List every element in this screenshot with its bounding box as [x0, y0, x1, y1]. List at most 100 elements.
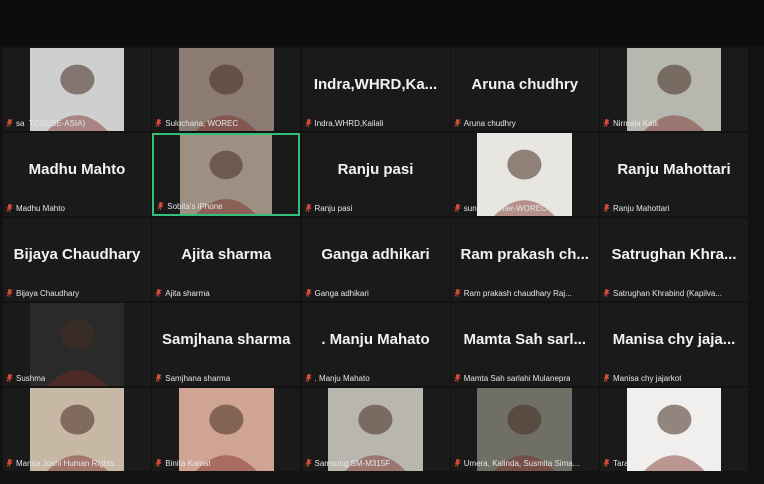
participant-tile[interactable]: Indra,WHRD,Ka... Indra,WHRD,Kailali	[301, 48, 450, 131]
participant-tile[interactable]: Tara	[600, 388, 748, 471]
participant-name: Aruna chudhry	[471, 76, 579, 93]
mic-muted-icon	[305, 459, 312, 467]
participant-label: Manisa chy jajarkot	[603, 374, 681, 383]
participant-tile[interactable]: Sulochana, WOREC	[152, 48, 301, 131]
participant-label: Ganga adhikari	[305, 289, 369, 298]
mic-muted-icon	[603, 374, 610, 382]
participant-label-text: Nirmala Kaili	[613, 119, 658, 128]
participant-name: Samjhana sharma	[162, 331, 291, 348]
mic-muted-icon	[305, 289, 312, 297]
mic-muted-icon	[305, 374, 312, 382]
mic-muted-icon	[454, 204, 461, 212]
mic-muted-icon	[305, 204, 312, 212]
participant-tile[interactable]: Mamta Joshi Human Rights ...	[3, 388, 151, 471]
participant-tile[interactable]: Sushma	[3, 303, 151, 386]
participant-label-text: Madhu Mahto	[16, 204, 65, 213]
mic-muted-icon	[155, 374, 162, 382]
participant-label: Samsung SM-M315F	[305, 459, 391, 468]
participant-name: Ganga adhikari	[321, 246, 430, 263]
participant-label: Sobita's iPhone	[157, 202, 223, 211]
participant-tile[interactable]: Mamta Sah sarl... Mamta Sah sarlahi Mulan…	[450, 303, 599, 386]
participant-label-text: Sushma	[16, 374, 46, 383]
participant-video	[626, 388, 722, 471]
participant-name: Manisa chy jaja...	[612, 331, 736, 348]
participant-tile[interactable]: Ranju pasi Ranju pasi	[301, 133, 450, 216]
participant-tile[interactable]: Umera, Kalinda, Susmita Sima...	[450, 388, 599, 471]
participant-label: Ranju pasi	[305, 204, 353, 213]
participant-label: Sulochana, WOREC	[155, 119, 238, 128]
participant-tile[interactable]: Ajita sharma Ajita sharma	[152, 218, 301, 301]
video-person-silhouette	[627, 388, 722, 471]
participant-tile[interactable]: Ganga adhikari Ganga adhikari	[301, 218, 450, 301]
participant-label: Samjhana sharma	[155, 374, 230, 383]
mic-muted-icon	[305, 119, 312, 127]
mic-muted-icon	[454, 289, 461, 297]
meeting-top-bar	[0, 0, 764, 46]
participant-label-text: Indra,WHRD,Kailali	[314, 119, 384, 128]
participant-tile[interactable]: Ram prakash ch... Ram prakash chaudhary R…	[450, 218, 599, 301]
participant-label: Binita Kamat	[155, 459, 211, 468]
participant-name: Ajita sharma	[181, 246, 272, 263]
participant-tile[interactable]: Bijaya Chaudhary Bijaya Chaudhary	[3, 218, 151, 301]
mic-muted-icon	[155, 289, 162, 297]
participant-label: Sushma	[6, 374, 45, 383]
participant-tile[interactable]: Manisa chy jaja... Manisa chy jajarkot	[600, 303, 748, 386]
participant-tile[interactable]: Samsung SM-M315F	[301, 388, 450, 471]
participant-label: Aruna chudhry	[454, 119, 516, 128]
participant-name: Bijaya Chaudhary	[13, 246, 141, 263]
participant-tile[interactable]: Aruna chudhry Aruna chudhry	[450, 48, 599, 131]
participant-label: Tara	[603, 459, 629, 468]
participant-tile[interactable]: Madhu Mahto Madhu Mahto	[3, 133, 151, 216]
participant-label-text: Ajita sharma	[165, 289, 210, 298]
participant-label: Nirmala Kaili	[603, 119, 658, 128]
participant-label-text: . Manju Mahato	[314, 374, 370, 383]
participant-label-text: Bijaya Chaudhary	[16, 289, 80, 298]
participant-label: . Manju Mahato	[305, 374, 370, 383]
mic-muted-icon	[454, 459, 461, 467]
participant-label-text: Tara	[613, 459, 629, 468]
participant-label: Ram prakash chaudhary Raj...	[454, 289, 572, 298]
mic-muted-icon	[603, 119, 610, 127]
participant-label: sunita, shelter-WOREC	[454, 204, 547, 213]
participant-tile[interactable]: sunita, shelter-WOREC	[450, 133, 599, 216]
mic-muted-icon	[155, 119, 162, 127]
participant-tile[interactable]: Samjhana sharma Samjhana sharma	[152, 303, 301, 386]
participant-label-text: sunita, shelter-WOREC	[463, 204, 547, 213]
participant-label: Ajita sharma	[155, 289, 210, 298]
participant-label-text: Ram prakash chaudhary Raj...	[463, 289, 572, 298]
participant-label-text: Sulochana, WOREC	[165, 119, 239, 128]
mic-muted-icon	[6, 204, 13, 212]
participant-tile[interactable]: Satrughan Khra... Satrughan Khrabind (Kap…	[600, 218, 748, 301]
participant-name: . Manju Mahato	[321, 331, 430, 348]
participant-label-text: Binita Kamat	[165, 459, 211, 468]
participant-tile[interactable]: Binita Kamat	[152, 388, 301, 471]
participant-gallery-grid: sa TOSUSE-ASIA) Sulochana, WOREC Indra,WHR…	[3, 48, 752, 476]
participant-label-text: Mamta Sah sarlahi Mulanepra	[463, 374, 571, 383]
participant-label-text: Satrughan Khrabind (Kapilva...	[613, 289, 722, 298]
participant-tile[interactable]: Sobita's iPhone	[152, 133, 301, 216]
participant-name: Mamta Sah sarl...	[463, 331, 587, 348]
participant-label: sa TOSUSE-ASIA)	[6, 119, 85, 128]
participant-tile[interactable]: . Manju Mahato . Manju Mahato	[301, 303, 450, 386]
participant-label-text: Aruna chudhry	[463, 119, 516, 128]
participant-label-text: Samsung SM-M315F	[314, 459, 391, 468]
mic-muted-icon	[157, 202, 164, 210]
mic-muted-icon	[6, 289, 13, 297]
participant-label: Madhu Mahto	[6, 204, 65, 213]
participant-tile[interactable]: Nirmala Kaili	[600, 48, 748, 131]
participant-label: Mamta Sah sarlahi Mulanepra	[454, 374, 571, 383]
zoom-gallery-window: sa TOSUSE-ASIA) Sulochana, WOREC Indra,WHR…	[0, 0, 764, 484]
participant-name: Ranju pasi	[337, 161, 414, 178]
participant-label: Ranju Mahottari	[603, 204, 669, 213]
participant-tile[interactable]: sa TOSUSE-ASIA)	[3, 48, 151, 131]
mic-muted-icon	[603, 204, 610, 212]
participant-name: Ranju Mahottari	[617, 161, 731, 178]
participant-label: Indra,WHRD,Kailali	[305, 119, 384, 128]
participant-label-text: Samjhana sharma	[165, 374, 231, 383]
mic-muted-icon	[454, 374, 461, 382]
mic-muted-icon	[603, 459, 610, 467]
participant-label-text: Ranju pasi	[314, 204, 353, 213]
participant-label-text: Mamta Joshi Human Rights ...	[16, 459, 124, 468]
participant-name: Indra,WHRD,Ka...	[313, 76, 438, 93]
participant-tile[interactable]: Ranju Mahottari Ranju Mahottari	[600, 133, 748, 216]
